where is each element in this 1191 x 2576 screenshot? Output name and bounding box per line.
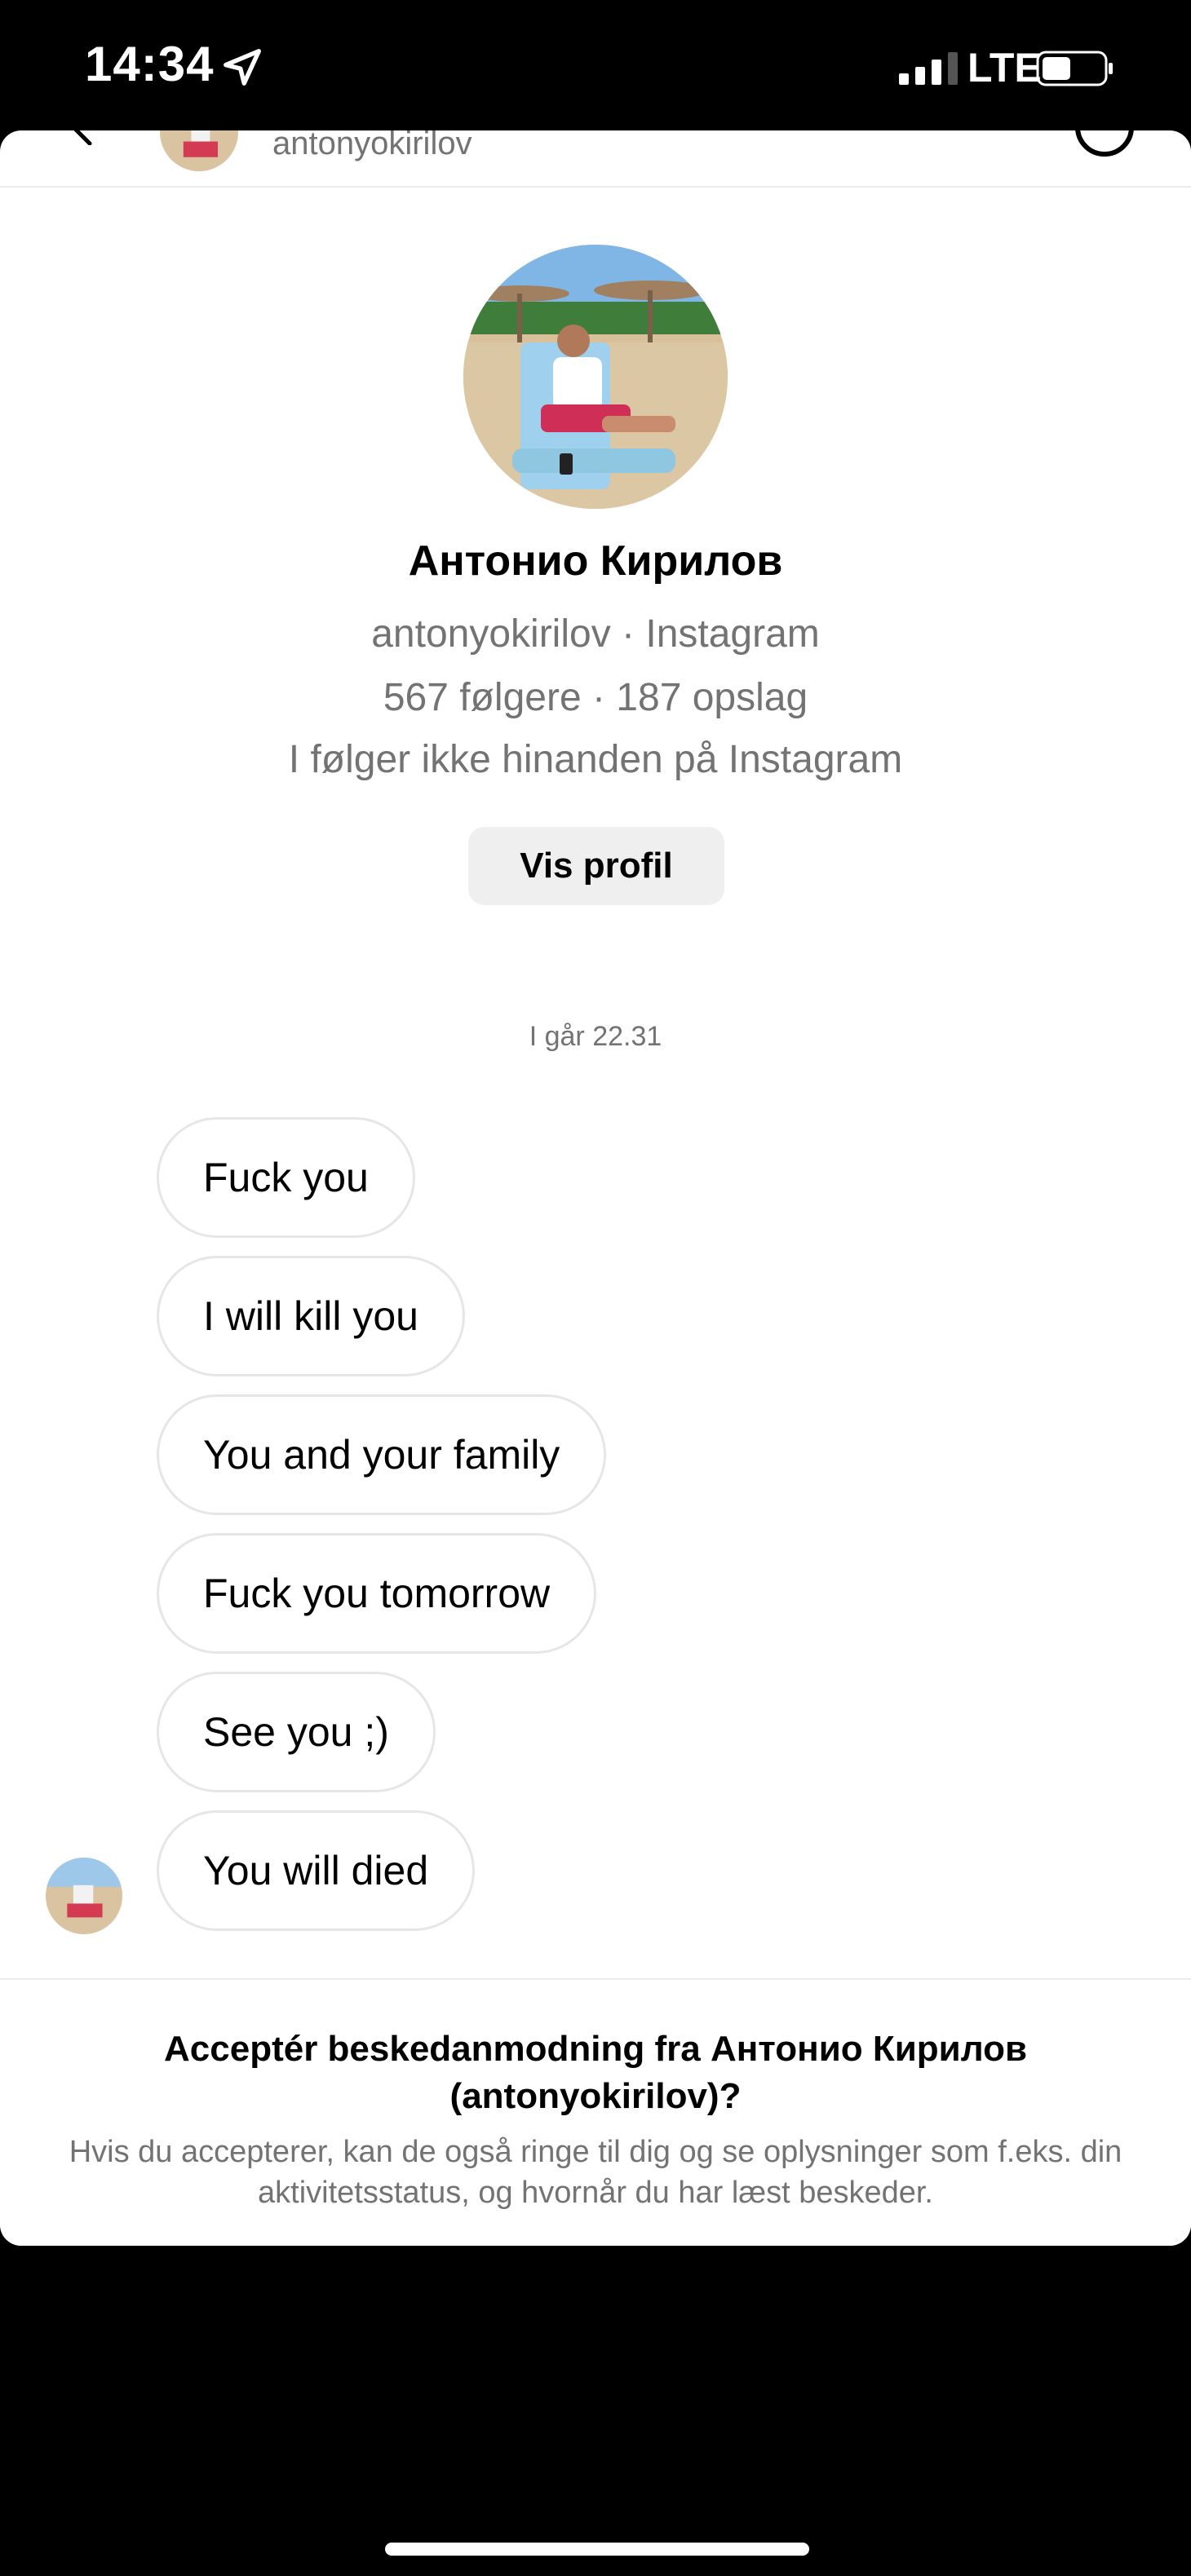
header-avatar[interactable] — [160, 130, 238, 171]
profile-handle: antonyokirilov · Instagram — [371, 612, 820, 656]
message-bubble[interactable]: I will kill you — [157, 1256, 465, 1376]
cellular-signal-icon — [899, 52, 958, 85]
profile-name: Антонио Кирилов — [408, 537, 783, 585]
profile-picture[interactable] — [463, 245, 728, 509]
request-description: Hvis du accepterer, kan de også ringe ti… — [69, 2135, 1122, 2210]
home-indicator[interactable] — [385, 2543, 809, 2556]
screen: 14:34 LTE antonyokirilov Антонио Кирилов… — [0, 0, 1191, 2576]
chat-header: antonyokirilov — [0, 130, 1191, 188]
info-icon[interactable] — [1075, 130, 1134, 157]
message-bubble[interactable]: See you ;) — [157, 1672, 436, 1792]
profile-stats: 567 følgere · 187 opslag — [383, 676, 808, 719]
view-profile-button[interactable]: Vis profil — [468, 827, 724, 905]
status-time: 14:34 — [85, 37, 215, 91]
message-bubble[interactable]: Fuck you tomorrow — [157, 1533, 597, 1654]
message-bubble[interactable]: You and your family — [157, 1394, 607, 1515]
network-type: LTE — [967, 45, 1042, 91]
message-bubble[interactable]: You will died — [157, 1810, 476, 1931]
request-title: Acceptér beskedanmodning fra Антонио Кир… — [164, 2029, 1027, 2116]
status-bar: 14:34 LTE — [0, 0, 1191, 130]
profile-relation: I følger ikke hinanden på Instagram — [288, 738, 903, 781]
sender-avatar[interactable] — [46, 1858, 122, 1934]
location-arrow-icon — [224, 49, 261, 86]
message-timestamp: I går 22.31 — [529, 1021, 662, 1052]
back-chevron-icon[interactable] — [69, 130, 98, 145]
message-request-panel: Acceptér beskedanmodning fra Антонио Кир… — [0, 1978, 1191, 2246]
message-bubble[interactable]: Fuck you — [157, 1117, 415, 1238]
battery-icon — [1036, 51, 1113, 86]
message-request-sheet: antonyokirilov Антонио Кирилов antonyoki… — [0, 130, 1191, 2246]
header-username[interactable]: antonyokirilov — [272, 130, 472, 162]
